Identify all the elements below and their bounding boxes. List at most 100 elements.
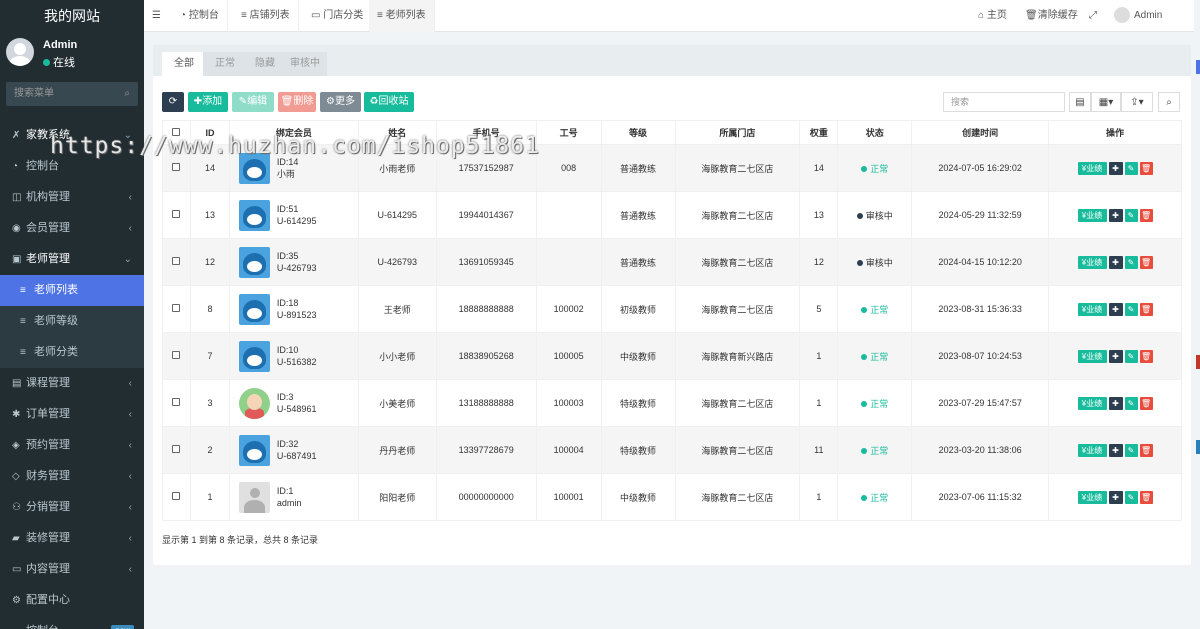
row-checkbox[interactable]	[172, 492, 181, 500]
avatar[interactable]	[238, 247, 270, 278]
edit-icon[interactable]: ✎	[1124, 161, 1138, 175]
move-icon[interactable]: ✚	[1108, 349, 1123, 363]
delete-icon[interactable]: 🗑	[1139, 490, 1153, 504]
fullscreen-icon[interactable]: ⤢	[1089, 0, 1097, 32]
sidebar-item[interactable]: ◔ 控制台	[0, 151, 144, 182]
status-badge[interactable]: 正常	[861, 446, 888, 456]
header-cell[interactable]: 绑定会员	[228, 120, 359, 145]
row-checkbox[interactable]	[172, 210, 181, 218]
move-icon[interactable]: ✚	[1108, 490, 1123, 504]
app-title[interactable]: 我的网站	[0, 0, 144, 32]
move-icon[interactable]: ✚	[1108, 161, 1123, 175]
edit-icon[interactable]: ✎	[1124, 208, 1138, 222]
table-row[interactable]: 14 ID:14 小雨 小雨老师 17537152987 008 普通教练 海豚教育二七区店 1…	[162, 144, 1182, 192]
avatar[interactable]	[238, 482, 270, 513]
performance-button[interactable]: ¥业绩	[1077, 302, 1107, 316]
user-menu[interactable]: Admin	[1114, 0, 1162, 32]
sidebar-item[interactable]: ≡ 老师等级	[0, 306, 144, 337]
delete-icon[interactable]: 🗑	[1139, 161, 1153, 175]
advanced-search-icon[interactable]: ⌕	[1158, 92, 1180, 112]
avatar[interactable]	[238, 153, 270, 184]
menu-search-input[interactable]: 搜索菜单 ⌕	[6, 82, 138, 106]
status-tab[interactable]: 审核中	[283, 52, 327, 76]
performance-button[interactable]: ¥业绩	[1077, 208, 1107, 222]
menu-toggle-icon[interactable]: ☰	[152, 0, 161, 32]
clear-cache-link[interactable]: 🗑清除缓存	[1025, 0, 1078, 32]
table-row[interactable]: 1 ID:1 admin 阳阳老师 00000000000 100001 中级教师 海豚教育二…	[162, 473, 1182, 521]
sidebar-item[interactable]: ▣ 老师管理 ⌄	[0, 244, 144, 275]
avatar[interactable]	[238, 294, 270, 325]
status-tab[interactable]: 隐藏	[243, 52, 287, 76]
side-tab-navy-icon[interactable]	[1196, 440, 1200, 454]
move-icon[interactable]: ✚	[1108, 255, 1123, 269]
performance-button[interactable]: ¥业绩	[1077, 349, 1107, 363]
table-row[interactable]: 8 ID:18 U-891523 王老师 18888888888 100002 初级教师 海豚…	[162, 285, 1182, 333]
move-icon[interactable]: ✚	[1108, 443, 1123, 457]
row-checkbox[interactable]	[172, 257, 181, 265]
move-icon[interactable]: ✚	[1108, 302, 1123, 316]
move-icon[interactable]: ✚	[1108, 208, 1123, 222]
performance-button[interactable]: ¥业绩	[1077, 396, 1107, 410]
header-cell[interactable]: 状态	[837, 120, 913, 145]
nav-tab[interactable]: ◔ 控制台	[172, 0, 228, 32]
search-icon[interactable]: ⌕	[124, 82, 130, 106]
avatar[interactable]	[238, 341, 270, 372]
home-link[interactable]: ⌂ 主页	[978, 0, 1007, 32]
toggle-view-icon[interactable]: ▤	[1069, 92, 1091, 112]
table-row[interactable]: 12 ID:35 U-426793 U-426793 13691059345 普通教练 海豚…	[162, 238, 1182, 286]
move-icon[interactable]: ✚	[1108, 396, 1123, 410]
status-badge[interactable]: 正常	[861, 352, 888, 362]
status-badge[interactable]: 审核中	[856, 211, 893, 221]
status-badge[interactable]: 正常	[861, 399, 888, 409]
edit-button[interactable]: ✎编辑	[232, 92, 274, 112]
delete-icon[interactable]: 🗑	[1139, 443, 1153, 457]
sidebar-item[interactable]: ◉ 会员管理 ‹	[0, 213, 144, 244]
avatar[interactable]	[238, 388, 270, 419]
columns-icon[interactable]: ▦▾	[1091, 92, 1121, 112]
performance-button[interactable]: ¥业绩	[1077, 161, 1107, 175]
more-button[interactable]: ⚙更多	[320, 92, 361, 112]
sidebar-item[interactable]: ⚇ 分销管理 ‹	[0, 492, 144, 523]
header-cell[interactable]: 等级	[600, 120, 676, 145]
header-cell[interactable]: ID	[189, 120, 230, 145]
row-checkbox[interactable]	[172, 398, 181, 406]
sidebar-item[interactable]: ≡ 老师列表	[0, 275, 144, 306]
edit-icon[interactable]: ✎	[1124, 349, 1138, 363]
status-tab[interactable]: 全部	[162, 52, 206, 76]
edit-icon[interactable]: ✎	[1124, 443, 1138, 457]
avatar[interactable]	[238, 435, 270, 466]
header-cell[interactable]: 操作	[1048, 120, 1182, 145]
performance-button[interactable]: ¥业绩	[1077, 443, 1107, 457]
sidebar-item[interactable]: ▤ 课程管理 ‹	[0, 368, 144, 399]
header-cell[interactable]: 所属门店	[674, 120, 801, 145]
sidebar-item[interactable]: ◈ 预约管理 ‹	[0, 430, 144, 461]
sidebar-item[interactable]: ◔控制台 new	[0, 616, 144, 629]
row-checkbox[interactable]	[172, 445, 181, 453]
edit-icon[interactable]: ✎	[1124, 302, 1138, 316]
header-cell[interactable]: 权重	[799, 120, 839, 145]
sidebar-item[interactable]: ✗ 家教系统 ⌄	[0, 120, 144, 151]
nav-tab[interactable]: ▭ 门店分类	[303, 0, 373, 32]
add-button[interactable]: ✚添加	[188, 92, 228, 112]
side-tab-blue-icon[interactable]	[1196, 60, 1200, 74]
delete-icon[interactable]: 🗑	[1139, 396, 1153, 410]
status-badge[interactable]: 审核中	[856, 258, 893, 268]
edit-icon[interactable]: ✎	[1124, 396, 1138, 410]
performance-button[interactable]: ¥业绩	[1077, 255, 1107, 269]
recycle-bin-button[interactable]: ♻回收站	[364, 92, 414, 112]
row-checkbox[interactable]	[172, 163, 181, 171]
search-input[interactable]: 搜索	[943, 92, 1065, 112]
export-icon[interactable]: ⇪▾	[1121, 92, 1153, 112]
performance-button[interactable]: ¥业绩	[1077, 490, 1107, 504]
sidebar-item[interactable]: ◇ 财务管理 ‹	[0, 461, 144, 492]
side-tab-red-icon[interactable]	[1196, 355, 1200, 369]
header-cell[interactable]: 创建时间	[911, 120, 1050, 145]
header-cell[interactable]: 姓名	[357, 120, 437, 145]
row-checkbox[interactable]	[172, 304, 181, 312]
table-row[interactable]: 7 ID:10 U-516382 小小老师 18838905268 100005 中级教师海…	[162, 332, 1182, 380]
header-cell[interactable]: 工号	[535, 120, 602, 145]
delete-icon[interactable]: 🗑	[1139, 208, 1153, 222]
status-badge[interactable]: 正常	[861, 493, 888, 503]
status-tab[interactable]: 正常	[203, 52, 247, 76]
delete-icon[interactable]: 🗑	[1139, 349, 1153, 363]
